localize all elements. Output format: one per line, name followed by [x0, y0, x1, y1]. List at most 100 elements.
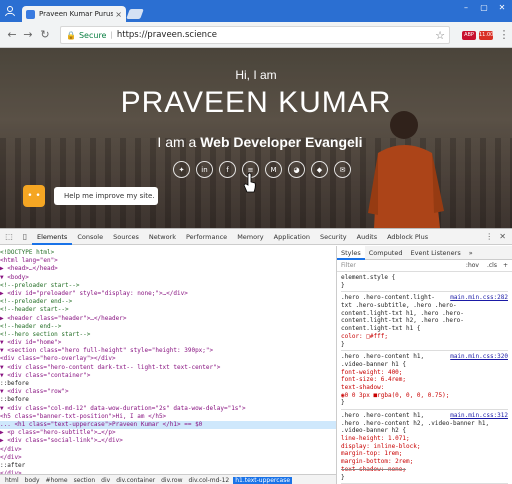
- dom-node-line[interactable]: ::after: [0, 462, 336, 470]
- back-arrow-icon[interactable]: ←: [5, 28, 19, 42]
- menu-kebab-icon[interactable]: ⋮: [497, 28, 511, 42]
- tab-adblock-plus[interactable]: Adblock Plus: [382, 229, 433, 245]
- dom-node-line[interactable]: <!--hero section start-->: [0, 331, 336, 339]
- bookmark-star-icon[interactable]: ☆: [435, 29, 445, 42]
- dom-node-line[interactable]: ▼ <section class="hero full-height" styl…: [0, 347, 336, 355]
- dom-node-line[interactable]: ▼ <div class="container">: [0, 372, 336, 380]
- style-rule-line[interactable]: }: [341, 474, 508, 482]
- dom-node-line[interactable]: <!--preloader end-->: [0, 298, 336, 306]
- style-rule-line[interactable]: .hero .hero-content h2, .video-banner h1…: [341, 420, 508, 428]
- stylesheet-source-link[interactable]: main.min.css:282: [450, 294, 508, 302]
- dom-node-line[interactable]: <!--preloader start-->: [0, 282, 336, 290]
- style-rule-line[interactable]: element.style {: [341, 274, 508, 282]
- dom-node-line[interactable]: ▶ <head>…</head>: [0, 265, 336, 273]
- style-rule-line[interactable]: .video-banner h2 {: [341, 427, 508, 435]
- style-rule-line[interactable]: main.min.css:320 .hero .hero-content h1,: [341, 353, 508, 361]
- style-rule-line[interactable]: text-shadow: none;: [341, 466, 508, 474]
- reload-icon[interactable]: ↻: [38, 28, 52, 42]
- tab-close-icon[interactable]: ×: [115, 10, 122, 19]
- add-rule-button[interactable]: +: [503, 262, 508, 269]
- hover-state-toggle[interactable]: :hov: [466, 262, 479, 269]
- dom-node-line[interactable]: ::before: [0, 396, 336, 404]
- stylesheet-source-link[interactable]: main.min.css:312: [450, 412, 508, 420]
- dom-node-line[interactable]: ▼ <div id="home">: [0, 339, 336, 347]
- tab-elements[interactable]: Elements: [32, 229, 73, 245]
- dom-node-line[interactable]: </div>: [0, 454, 336, 462]
- dom-node-line[interactable]: ▶ <header class="header">…</header>: [0, 315, 336, 323]
- style-rule-line[interactable]: display: inline-block;: [341, 443, 508, 451]
- breadcrumb-item[interactable]: section: [72, 477, 98, 484]
- dom-node-selected[interactable]: ... <h1 class="text-uppercase">Praveen K…: [0, 420, 336, 430]
- github-icon[interactable]: ◕: [288, 161, 305, 178]
- tab-performance[interactable]: Performance: [181, 229, 232, 245]
- breadcrumb-item[interactable]: div.row: [159, 477, 184, 484]
- tab-computed[interactable]: Computed: [365, 246, 407, 260]
- dom-node-line[interactable]: <!DOCTYPE html>: [0, 249, 336, 257]
- style-rule-line[interactable]: font-weight: 400;: [341, 369, 508, 377]
- breadcrumb-item[interactable]: h1.text-uppercase: [233, 476, 293, 484]
- help-bot-avatar-icon[interactable]: • •: [23, 185, 45, 207]
- dom-tree[interactable]: <!DOCTYPE html> <html lang="en"> ▶ <head>……: [0, 246, 336, 474]
- tab-application[interactable]: Application: [269, 229, 315, 245]
- tab-audits[interactable]: Audits: [352, 229, 382, 245]
- style-rule-line[interactable]: content.light-txt h2, .hero .hero-: [341, 317, 508, 325]
- style-rule-line[interactable]: content.light-txt h1 {: [341, 325, 508, 333]
- gitlab-icon[interactable]: ◆: [311, 161, 328, 178]
- dom-node-line[interactable]: <!--header start-->: [0, 306, 336, 314]
- url-text[interactable]: https://praveen.science: [117, 30, 217, 40]
- help-prompt[interactable]: Help me improve my site.: [54, 187, 158, 205]
- dom-node-line[interactable]: <div class="hero-overlay"></div>: [0, 355, 336, 363]
- close-window-button[interactable]: ✕: [494, 2, 510, 13]
- dom-node-line[interactable]: ::before: [0, 380, 336, 388]
- tab-memory[interactable]: Memory: [232, 229, 268, 245]
- style-rule-line[interactable]: margin-top: 1rem;: [341, 450, 508, 458]
- address-bar[interactable]: 🔒 Secure | https://praveen.science ☆: [60, 26, 450, 44]
- dom-node-line[interactable]: ▶ <div id="preloader" style="display: no…: [0, 290, 336, 298]
- stylesheet-source-link[interactable]: main.min.css:320: [450, 353, 508, 361]
- dom-node-line[interactable]: <h5 class="banner-txt-position">Hi, I am…: [0, 413, 336, 421]
- inspect-element-icon[interactable]: ⬚: [4, 232, 14, 242]
- style-rule-line[interactable]: line-height: 1.071;: [341, 435, 508, 443]
- close-devtools-icon[interactable]: ✕: [499, 232, 506, 241]
- dom-node-line[interactable]: </div>: [0, 446, 336, 454]
- style-rule-line[interactable]: main.min.css:282 .hero .hero-content.ligh…: [341, 294, 508, 302]
- breadcrumb-item[interactable]: html: [3, 477, 21, 484]
- linkedin-icon[interactable]: in: [196, 161, 213, 178]
- style-rule-line[interactable]: margin-bottom: 2rem;: [341, 458, 508, 466]
- dom-node-line[interactable]: ▼ <body>: [0, 274, 336, 282]
- tab-styles[interactable]: Styles: [337, 246, 365, 260]
- dom-node-line[interactable]: <html lang="en">: [0, 257, 336, 265]
- email-icon[interactable]: ✉: [334, 161, 351, 178]
- style-rule-line[interactable]: color: □#fff;: [341, 333, 508, 341]
- tab-console[interactable]: Console: [72, 229, 108, 245]
- tab-security[interactable]: Security: [315, 229, 352, 245]
- breadcrumb-item[interactable]: div.col-md-12: [187, 477, 232, 484]
- breadcrumb-item[interactable]: div.container: [114, 477, 157, 484]
- style-rule-line[interactable]: ◉0 0 3px ■rgba(0, 0, 0, 0.75);: [341, 392, 508, 400]
- dom-node-line[interactable]: ▼ <div class="row">: [0, 388, 336, 396]
- dom-node-line[interactable]: ▶ <div class="social-link">…</div>: [0, 437, 336, 445]
- adblock-extension-icon[interactable]: ABP: [462, 31, 476, 40]
- new-tab-button[interactable]: [126, 9, 144, 19]
- device-toolbar-icon[interactable]: ▯: [20, 232, 30, 242]
- user-profile-icon[interactable]: [4, 5, 16, 17]
- style-rule-line[interactable]: text-shadow:: [341, 384, 508, 392]
- style-rule-line[interactable]: txt .hero-subtitle, .hero .hero-: [341, 302, 508, 310]
- style-rule-line[interactable]: font-size: 6.4rem;: [341, 376, 508, 384]
- tab-network[interactable]: Network: [144, 229, 181, 245]
- twitter-icon[interactable]: ✦: [173, 161, 190, 178]
- tab-sources[interactable]: Sources: [108, 229, 144, 245]
- extension-badge-icon[interactable]: 11.00: [479, 31, 493, 40]
- dom-node-line[interactable]: ▼ <div class="col-md-12" data-wow-durati…: [0, 405, 336, 413]
- styles-filter-input[interactable]: Filter: [341, 262, 356, 269]
- more-tabs-chevron-icon[interactable]: »: [465, 246, 477, 260]
- kebab-menu-icon[interactable]: ⋮: [485, 232, 493, 241]
- style-rule-line[interactable]: }: [341, 282, 508, 290]
- dom-node-line[interactable]: ▼ <div class="hero-content dark-txt-- li…: [0, 364, 336, 372]
- tab-event-listeners[interactable]: Event Listeners: [407, 246, 465, 260]
- medium-icon[interactable]: M: [265, 161, 282, 178]
- breadcrumb-item[interactable]: body: [23, 477, 42, 484]
- minimize-button[interactable]: –: [458, 2, 474, 13]
- class-toggle[interactable]: .cls: [487, 262, 497, 269]
- style-rule-line[interactable]: }: [341, 399, 508, 407]
